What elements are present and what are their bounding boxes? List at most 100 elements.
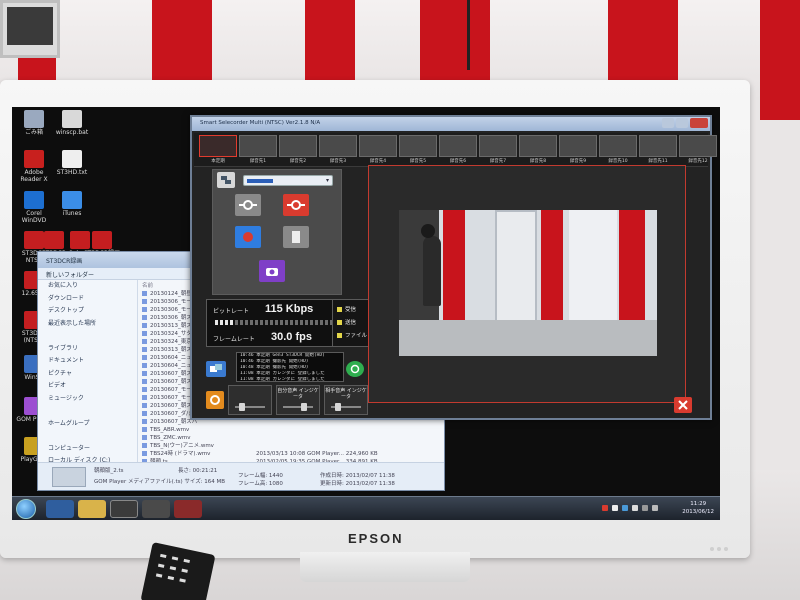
close-preview-button[interactable]	[674, 397, 692, 413]
detail-modified: 更新日時: 2013/02/07 11:38	[320, 481, 395, 487]
thumb-image	[519, 135, 557, 157]
file-name: TBS_ZMC.wmv	[150, 435, 191, 441]
desktop-icon-label: ST3HD.txt	[56, 169, 88, 176]
taskbar-app-icon[interactable]	[142, 500, 170, 518]
video-preview[interactable]	[399, 210, 657, 356]
thumb-channel[interactable]: 録音先8	[518, 135, 558, 165]
thumb-label: 録音先4	[369, 159, 387, 164]
taskbar-ie-icon[interactable]	[46, 500, 74, 518]
thumb-channel[interactable]: 録音先12	[678, 135, 718, 165]
remote-audio-indicator[interactable]: 相手音声 インジケータ	[324, 385, 368, 415]
thumb-image	[319, 135, 357, 157]
file-icon	[142, 387, 147, 392]
desktop-icon-glyph	[92, 231, 112, 249]
clock-time: 11:29	[690, 501, 707, 507]
nav-item[interactable]: ビデオ	[38, 380, 137, 393]
file-row[interactable]: TBS_ABR.wmv	[142, 426, 254, 434]
snapshot-button[interactable]	[259, 260, 285, 282]
taskbar-app-icon[interactable]	[110, 500, 138, 518]
thumb-channel[interactable]: 録音先5	[398, 135, 438, 165]
desktop-icon[interactable]: ST3HD.txt	[52, 150, 92, 176]
thumb-image	[439, 135, 477, 157]
start-button[interactable]	[16, 499, 36, 519]
file-icon	[142, 419, 147, 424]
meter-tick	[230, 320, 233, 325]
thumb-channel[interactable]: 録音先9	[558, 135, 598, 165]
window-close-button[interactable]	[690, 118, 708, 128]
thumb-main-channel[interactable]: 本定期	[198, 135, 238, 165]
remote-audio-slider[interactable]	[334, 403, 341, 411]
tray-icon[interactable]	[632, 505, 638, 511]
desktop-icon[interactable]: iTunes	[52, 191, 92, 217]
taskbar-clock[interactable]: 11:29 2013/06/12	[682, 500, 714, 516]
nav-item[interactable]: ライブラリ	[38, 343, 137, 356]
tray-icon[interactable]	[622, 505, 628, 511]
meter-tick	[220, 320, 223, 325]
booth-pillar	[760, 0, 800, 120]
nav-item[interactable]: デスクトップ	[38, 305, 137, 318]
desktop-icon-glyph	[24, 191, 44, 209]
windows-taskbar: 11:29 2013/06/12	[12, 496, 720, 520]
monitor-screen: ごみ箱 winscp.bat Adobe Reader X ST3HD.txt Core…	[12, 107, 720, 520]
file-row[interactable]: TBS_ZMC.wmv	[142, 434, 254, 442]
file-icon	[142, 427, 147, 432]
share-icon[interactable]	[206, 361, 226, 377]
file-icon	[142, 315, 147, 320]
nav-item[interactable]: ダウンロード	[38, 293, 137, 306]
file-thumbnail	[52, 467, 86, 487]
refresh-icon[interactable]	[346, 361, 364, 377]
nav-item[interactable]: コンピューター	[38, 443, 137, 456]
app-titlebar[interactable]: Smart Selecorder Multi (NTSC) Ver2.1.8 N…	[192, 117, 710, 131]
framerate-label: フレームレート	[213, 336, 255, 343]
file-row[interactable]: TBS24時 (ドラマ).wmv	[142, 450, 254, 458]
thumb-channel[interactable]: 録音先6	[438, 135, 478, 165]
connect-button[interactable]	[235, 194, 261, 216]
thumb-channel[interactable]: 録音先11	[638, 135, 678, 165]
maximize-button[interactable]	[676, 118, 688, 128]
desktop-icon[interactable]: Corel WinDVD	[14, 191, 54, 224]
own-audio-slider[interactable]	[301, 403, 308, 411]
file-icon	[142, 363, 147, 368]
stop-button[interactable]	[283, 226, 309, 248]
thumb-channel[interactable]: 録音先3	[318, 135, 358, 165]
tray-icon[interactable]	[612, 505, 618, 511]
thumb-image	[479, 135, 517, 157]
source-select[interactable]: ▾	[243, 175, 333, 186]
disconnect-button[interactable]	[283, 194, 309, 216]
detail-type: GOM Player メディアファイル(.ts) サイズ: 164 MB	[94, 479, 226, 485]
taskbar-app-icon[interactable]	[174, 500, 202, 518]
nav-item[interactable]: お気に入り	[38, 280, 137, 293]
nav-item[interactable]: ホームグループ	[38, 418, 137, 431]
desktop-icon[interactable]: ごみ箱	[14, 110, 54, 136]
meter-tick	[305, 320, 308, 325]
desktop-icon-label: Corel WinDVD	[21, 210, 47, 224]
desktop-icon[interactable]: winscp.bat	[52, 110, 92, 136]
meter-tick	[300, 320, 303, 325]
nav-item[interactable]: 最近表示した場所	[38, 318, 137, 331]
thumb-channel[interactable]: 録音先7	[478, 135, 518, 165]
nav-item[interactable]: ミュージック	[38, 393, 137, 406]
explorer-nav-pane: お気に入り ダウンロード デスクトップ 最近表示した場所 ライブラリ ドキュメント ピクチャ…	[38, 280, 138, 514]
thumb-channel[interactable]: 録音先2	[278, 135, 318, 165]
volume-icon[interactable]	[642, 505, 648, 511]
record-button[interactable]	[235, 226, 261, 248]
settings-gear-icon[interactable]	[206, 391, 224, 409]
desktop-icon-glyph	[62, 191, 82, 209]
file-row[interactable]: TBS_N(ウー)アニメ.wmv	[142, 442, 254, 450]
network-icon[interactable]	[217, 172, 235, 188]
mic-volume[interactable]	[228, 385, 272, 415]
thumb-channel[interactable]: 録音先4	[358, 135, 398, 165]
network-tray-icon[interactable]	[652, 505, 658, 511]
own-audio-indicator[interactable]: 自分音声 インジケータ	[276, 385, 320, 415]
minimize-button[interactable]	[662, 118, 674, 128]
nav-item[interactable]: ドキュメント	[38, 355, 137, 368]
monitor-buttons[interactable]	[710, 536, 736, 551]
taskbar-folder-icon[interactable]	[78, 500, 106, 518]
meter-tick	[275, 320, 278, 325]
tray-icon[interactable]	[602, 505, 608, 511]
desktop-icon[interactable]: Adobe Reader X	[14, 150, 54, 183]
thumb-channel[interactable]: 録音先10	[598, 135, 638, 165]
thumb-channel[interactable]: 録音先1	[238, 135, 278, 165]
monitor-cable	[467, 0, 470, 70]
nav-item[interactable]: ピクチャ	[38, 368, 137, 381]
